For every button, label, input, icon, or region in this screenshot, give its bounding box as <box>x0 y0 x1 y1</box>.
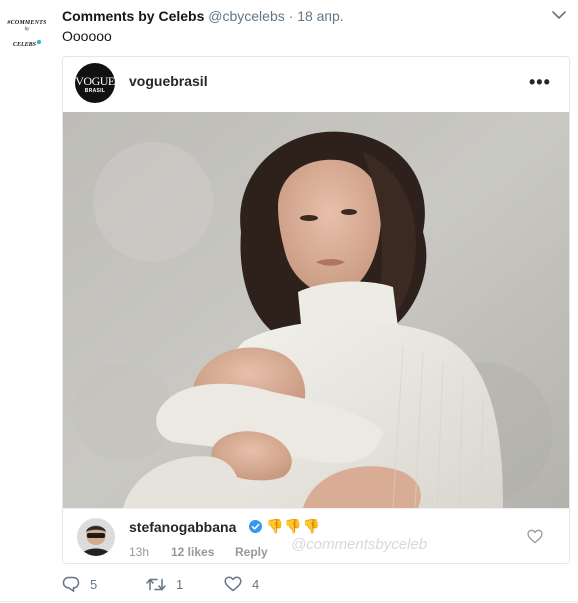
tweet-header: Comments by Celebs @cbycelebs · 18 апр. <box>62 8 344 24</box>
tweet-actions: 5 1 4 <box>62 574 362 594</box>
comment-text: 👎👎👎 <box>266 518 322 534</box>
avatar-logo-line3: CELEBS <box>12 42 36 48</box>
verified-badge-icon <box>249 520 262 533</box>
author-handle[interactable]: @cbycelebs <box>208 8 284 24</box>
avatar-dot <box>37 39 41 44</box>
tweet-text: Oooooo <box>62 28 112 44</box>
instagram-header: VOGUE BRASIL voguebrasil ••• <box>63 57 569 112</box>
tweet-date[interactable]: 18 апр. <box>297 8 344 24</box>
comment-time: 13h <box>129 545 150 559</box>
instagram-account-avatar[interactable]: VOGUE BRASIL <box>75 63 115 103</box>
author-avatar[interactable]: #COMMENTS by CELEBS <box>6 20 48 48</box>
watermark: @commentsbyceleb <box>291 536 428 553</box>
header-separator: · <box>288 8 294 24</box>
instagram-username[interactable]: voguebrasil <box>129 73 208 89</box>
post-photo <box>63 112 569 508</box>
like-action[interactable]: 4 <box>224 574 259 594</box>
reply-action[interactable]: 5 <box>62 574 97 594</box>
retweet-icon <box>146 578 166 590</box>
like-count: 4 <box>252 576 260 592</box>
embedded-instagram-card[interactable]: VOGUE BRASIL voguebrasil ••• stefanogabb… <box>62 56 570 564</box>
heart-icon[interactable] <box>527 529 543 544</box>
reply-count: 5 <box>90 576 98 592</box>
tweet: #COMMENTS by CELEBS Comments by Celebs @… <box>0 0 578 603</box>
commenter-avatar[interactable] <box>77 518 115 556</box>
avatar-logo-line2: by <box>24 27 30 32</box>
commenter-username[interactable]: stefanogabbana <box>129 519 236 535</box>
retweet-count: 1 <box>176 576 184 592</box>
avatar-logo-line1: VOGUE <box>75 74 115 88</box>
avatar-logo-line1: #COMMENTS <box>7 20 47 26</box>
comment-likes[interactable]: 12 likes <box>171 545 214 559</box>
divider <box>0 601 578 602</box>
portrait-image <box>63 112 569 508</box>
comment-reply-button[interactable]: Reply <box>235 545 268 559</box>
instagram-comment: stefanogabbana 👎👎👎 13h 12 likes Reply @c… <box>63 508 569 563</box>
more-options-icon[interactable]: ••• <box>529 72 551 93</box>
chevron-down-icon[interactable] <box>552 10 566 20</box>
like-heart-icon <box>224 576 242 592</box>
avatar-logo-line2: BRASIL <box>84 88 106 94</box>
retweet-action[interactable]: 1 <box>146 574 183 594</box>
reply-icon <box>62 576 80 592</box>
commenter-avatar-image <box>77 518 115 556</box>
author-name[interactable]: Comments by Celebs <box>62 8 204 24</box>
